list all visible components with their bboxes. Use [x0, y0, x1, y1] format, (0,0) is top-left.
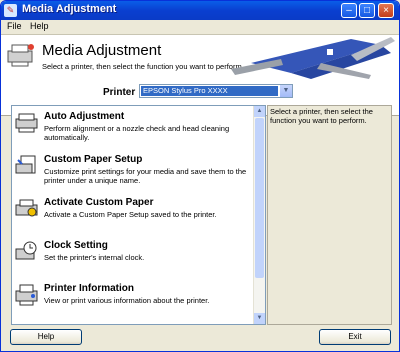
help-button[interactable]: Help — [10, 329, 82, 345]
scroll-thumb[interactable] — [255, 118, 264, 278]
tools-illustration — [231, 37, 395, 79]
maximize-button[interactable]: □ — [359, 3, 375, 18]
window-title: Media Adjustment — [22, 3, 117, 15]
function-title: Clock Setting — [44, 240, 108, 251]
function-clock-setting[interactable]: Clock Setting Set the printer's internal… — [12, 237, 252, 277]
function-auto-adjustment[interactable]: Auto Adjustment Perform alignment or a n… — [12, 108, 252, 148]
list-scrollbar[interactable]: ▲ ▼ — [253, 106, 265, 324]
function-custom-paper-setup[interactable]: Custom Paper Setup Customize print setti… — [12, 151, 252, 191]
media-adjustment-window: ✎ Media Adjustment – □ × File Help Media… — [0, 0, 400, 352]
menu-bar: File Help — [1, 20, 399, 35]
function-activate-custom-paper[interactable]: Activate Custom Paper Activate a Custom … — [12, 194, 252, 234]
function-desc: Set the printer's internal clock. — [44, 253, 145, 262]
scroll-down-icon[interactable]: ▼ — [254, 313, 265, 324]
scroll-up-icon[interactable]: ▲ — [254, 106, 265, 117]
app-icon: ✎ — [4, 4, 17, 17]
function-title: Auto Adjustment — [44, 111, 125, 122]
title-bar: ✎ Media Adjustment – □ × — [1, 1, 399, 20]
chevron-down-icon[interactable]: ▼ — [280, 85, 292, 97]
printer-info-icon — [15, 284, 38, 306]
printer-head-icon — [15, 113, 38, 133]
function-desc: Customize print settings for your media … — [44, 167, 247, 185]
menu-help[interactable]: Help — [30, 21, 49, 31]
menu-file[interactable]: File — [7, 21, 22, 31]
description-text: Select a printer, then select the functi… — [270, 107, 373, 125]
function-title: Activate Custom Paper — [44, 197, 154, 208]
activate-paper-icon — [15, 199, 38, 217]
close-button[interactable]: × — [378, 3, 394, 18]
printer-select[interactable]: EPSON Stylus Pro XXXX ▼ — [139, 84, 293, 98]
page-subtitle: Select a printer, then select the functi… — [42, 62, 244, 71]
page-title: Media Adjustment — [42, 42, 162, 59]
function-printer-information[interactable]: Printer Information View or print variou… — [12, 280, 252, 320]
description-panel: Select a printer, then select the functi… — [267, 105, 392, 325]
function-title: Printer Information — [44, 283, 135, 294]
function-list: Auto Adjustment Perform alignment or a n… — [11, 105, 266, 325]
clock-icon — [15, 241, 37, 260]
function-title: Custom Paper Setup — [44, 154, 143, 165]
printer-select-value: EPSON Stylus Pro XXXX — [141, 86, 278, 96]
paper-setup-icon — [15, 155, 36, 174]
function-desc: View or print various information about … — [44, 296, 210, 305]
printer-label: Printer — [103, 87, 136, 98]
minimize-button[interactable]: – — [341, 3, 357, 18]
exit-button[interactable]: Exit — [319, 329, 391, 345]
media-adjustment-icon — [7, 44, 34, 67]
function-desc: Activate a Custom Paper Setup saved to t… — [44, 210, 217, 219]
function-desc: Perform alignment or a nozzle check and … — [44, 124, 230, 142]
header-panel: Media Adjustment Select a printer, then … — [1, 35, 399, 116]
